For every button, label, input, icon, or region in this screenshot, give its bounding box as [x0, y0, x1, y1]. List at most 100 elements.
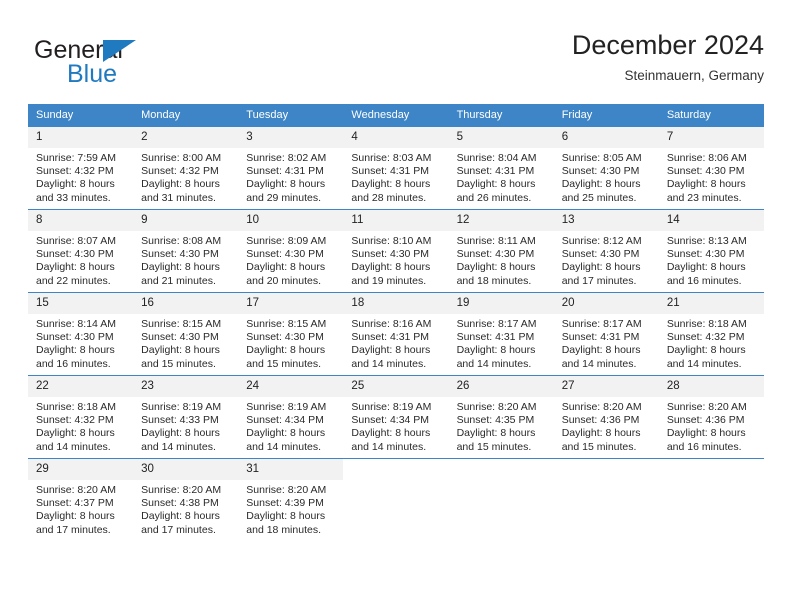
day-number: 19 — [448, 293, 554, 314]
day-number: 3 — [238, 127, 344, 148]
day-details: Sunrise: 8:15 AM Sunset: 4:30 PM Daylight:… — [238, 314, 343, 371]
general-blue-logo[interactable]: General Blue — [34, 36, 214, 92]
daylight-duration-line1: Daylight: 8 hours — [246, 178, 326, 191]
day-number: 18 — [343, 293, 449, 314]
daylight-duration-line2: and 22 minutes. — [36, 274, 111, 287]
calendar-day-cell: 23 Sunrise: 8:19 AM Sunset: 4:33 PM Dayligh… — [133, 375, 239, 459]
day-cell-content[interactable]: 27 Sunrise: 8:20 AM Sunset: 4:36 PM Dayligh… — [553, 376, 659, 458]
daylight-duration-line1: Daylight: 8 hours — [36, 178, 115, 191]
day-cell-content[interactable]: 19 Sunrise: 8:17 AM Sunset: 4:31 PM Dayligh… — [448, 293, 554, 375]
sunset-time: Sunset: 4:30 PM — [36, 248, 114, 261]
day-cell-content[interactable]: 31 Sunrise: 8:20 AM Sunset: 4:39 PM Dayligh… — [238, 459, 344, 541]
weekday-header-tuesday: Tuesday — [238, 104, 344, 127]
sunrise-time: Sunrise: 8:09 AM — [246, 235, 327, 247]
calendar-week-row: 29 Sunrise: 8:20 AM Sunset: 4:37 PM Dayligh… — [28, 458, 764, 541]
day-details: Sunrise: 8:05 AM Sunset: 4:30 PM Daylight:… — [554, 148, 659, 205]
day-details: Sunrise: 8:17 AM Sunset: 4:31 PM Daylight:… — [554, 314, 659, 371]
day-cell-content[interactable]: 11 Sunrise: 8:10 AM Sunset: 4:30 PM Dayligh… — [343, 210, 449, 292]
calendar-day-cell: 4 Sunrise: 8:03 AM Sunset: 4:31 PM Daylight… — [343, 126, 449, 210]
weekday-header-wednesday: Wednesday — [343, 104, 449, 127]
daylight-duration-line2: and 26 minutes. — [456, 191, 532, 204]
day-cell-content[interactable]: 3 Sunrise: 8:02 AM Sunset: 4:31 PM Daylight… — [238, 127, 344, 209]
day-cell-content[interactable]: 28 Sunrise: 8:20 AM Sunset: 4:36 PM Dayligh… — [658, 376, 764, 458]
calendar-day-cell: 31 Sunrise: 8:20 AM Sunset: 4:39 PM Dayligh… — [238, 458, 344, 541]
calendar-day-cell-empty — [553, 458, 659, 541]
day-number: 16 — [133, 293, 239, 314]
day-cell-content[interactable]: 25 Sunrise: 8:19 AM Sunset: 4:34 PM Dayligh… — [343, 376, 449, 458]
sunset-time: Sunset: 4:30 PM — [141, 331, 219, 344]
day-cell-content[interactable]: 2 Sunrise: 8:00 AM Sunset: 4:32 PM Daylight… — [133, 127, 239, 209]
day-number: 22 — [28, 376, 134, 397]
day-details: Sunrise: 8:03 AM Sunset: 4:31 PM Daylight:… — [343, 148, 448, 205]
daylight-duration-line1: Daylight: 8 hours — [561, 261, 641, 274]
day-cell-content[interactable]: 30 Sunrise: 8:20 AM Sunset: 4:38 PM Dayligh… — [133, 459, 239, 541]
day-cell-content[interactable]: 5 Sunrise: 8:04 AM Sunset: 4:31 PM Daylight… — [448, 127, 554, 209]
sunrise-time: Sunrise: 8:20 AM — [456, 401, 537, 413]
day-number: 14 — [658, 210, 764, 231]
day-cell-content[interactable]: 26 Sunrise: 8:20 AM Sunset: 4:35 PM Dayligh… — [448, 376, 554, 458]
calendar-week-row: 8 Sunrise: 8:07 AM Sunset: 4:30 PM Daylight… — [28, 209, 764, 293]
weekday-header-friday: Friday — [553, 104, 659, 127]
day-cell-content[interactable]: 18 Sunrise: 8:16 AM Sunset: 4:31 PM Dayligh… — [343, 293, 449, 375]
day-cell-content[interactable]: 16 Sunrise: 8:15 AM Sunset: 4:30 PM Dayligh… — [133, 293, 239, 375]
day-cell-content[interactable]: 1 Sunrise: 7:59 AM Sunset: 4:32 PM Daylight… — [28, 127, 134, 209]
triangle-logo-icon — [103, 40, 136, 62]
calendar-day-cell: 9 Sunrise: 8:08 AM Sunset: 4:30 PM Daylight… — [133, 209, 239, 293]
sunrise-time: Sunrise: 8:04 AM — [456, 152, 537, 164]
sunset-time: Sunset: 4:30 PM — [36, 331, 114, 344]
sunset-time: Sunset: 4:39 PM — [246, 497, 324, 510]
calendar-day-cell: 5 Sunrise: 8:04 AM Sunset: 4:31 PM Daylight… — [448, 126, 554, 210]
day-number: 26 — [448, 376, 554, 397]
weekday-header-monday: Monday — [133, 104, 239, 127]
day-number: 7 — [658, 127, 764, 148]
day-cell-content[interactable]: 7 Sunrise: 8:06 AM Sunset: 4:30 PM Daylight… — [658, 127, 764, 209]
day-cell-content[interactable]: 14 Sunrise: 8:13 AM Sunset: 4:30 PM Dayligh… — [658, 210, 764, 292]
daylight-duration-line2: and 29 minutes. — [246, 191, 321, 204]
daylight-duration-line1: Daylight: 8 hours — [36, 261, 115, 274]
title-block: December 2024 Steinmauern, Germany — [572, 28, 764, 86]
day-cell-content[interactable]: 4 Sunrise: 8:03 AM Sunset: 4:31 PM Daylight… — [343, 127, 449, 209]
day-cell-content[interactable]: 23 Sunrise: 8:19 AM Sunset: 4:33 PM Dayligh… — [133, 376, 239, 458]
day-cell-content[interactable]: 13 Sunrise: 8:12 AM Sunset: 4:30 PM Dayligh… — [553, 210, 659, 292]
daylight-duration-line2: and 16 minutes. — [666, 440, 742, 453]
day-cell-content[interactable]: 9 Sunrise: 8:08 AM Sunset: 4:30 PM Daylight… — [133, 210, 239, 292]
day-cell-content[interactable]: 12 Sunrise: 8:11 AM Sunset: 4:30 PM Dayligh… — [448, 210, 554, 292]
day-details: Sunrise: 8:02 AM Sunset: 4:31 PM Daylight:… — [238, 148, 343, 205]
day-cell-content[interactable]: 17 Sunrise: 8:15 AM Sunset: 4:30 PM Dayligh… — [238, 293, 344, 375]
sunrise-time: Sunrise: 8:17 AM — [456, 318, 537, 330]
day-cell-content[interactable]: 6 Sunrise: 8:05 AM Sunset: 4:30 PM Daylight… — [553, 127, 659, 209]
day-cell-content[interactable]: 15 Sunrise: 8:14 AM Sunset: 4:30 PM Dayligh… — [28, 293, 134, 375]
day-cell-content[interactable]: 20 Sunrise: 8:17 AM Sunset: 4:31 PM Dayligh… — [553, 293, 659, 375]
day-details: Sunrise: 8:07 AM Sunset: 4:30 PM Daylight:… — [28, 231, 133, 288]
sunset-time: Sunset: 4:32 PM — [36, 414, 114, 427]
sunrise-time: Sunrise: 8:15 AM — [246, 318, 327, 330]
day-number: 28 — [658, 376, 764, 397]
daylight-duration-line2: and 14 minutes. — [351, 357, 427, 370]
daylight-duration-line2: and 16 minutes. — [36, 357, 111, 370]
daylight-duration-line1: Daylight: 8 hours — [561, 344, 641, 357]
daylight-duration-line2: and 25 minutes. — [561, 191, 637, 204]
sunset-time: Sunset: 4:31 PM — [456, 165, 535, 178]
day-cell-content[interactable]: 22 Sunrise: 8:18 AM Sunset: 4:32 PM Dayligh… — [28, 376, 134, 458]
weekday-header-row: Sunday Monday Tuesday Wednesday Thursday… — [28, 104, 764, 127]
day-cell-content[interactable]: 8 Sunrise: 8:07 AM Sunset: 4:30 PM Daylight… — [28, 210, 134, 292]
day-details: Sunrise: 8:08 AM Sunset: 4:30 PM Daylight:… — [133, 231, 238, 288]
daylight-duration-line1: Daylight: 8 hours — [456, 344, 536, 357]
page-title: December 2024 — [571, 30, 764, 60]
day-cell-content[interactable]: 29 Sunrise: 8:20 AM Sunset: 4:37 PM Dayligh… — [28, 459, 134, 541]
day-details: Sunrise: 8:18 AM Sunset: 4:32 PM Daylight:… — [659, 314, 764, 371]
daylight-duration-line2: and 18 minutes. — [456, 274, 532, 287]
day-cell-content[interactable]: 10 Sunrise: 8:09 AM Sunset: 4:30 PM Dayligh… — [238, 210, 344, 292]
sunset-time: Sunset: 4:34 PM — [351, 414, 430, 427]
day-cell-content[interactable]: 21 Sunrise: 8:18 AM Sunset: 4:32 PM Dayligh… — [658, 293, 764, 375]
day-cell-content[interactable]: 24 Sunrise: 8:19 AM Sunset: 4:34 PM Dayligh… — [238, 376, 344, 458]
calendar-day-cell: 29 Sunrise: 8:20 AM Sunset: 4:37 PM Dayligh… — [28, 458, 134, 541]
weekday-header-sunday: Sunday — [28, 104, 134, 127]
calendar-day-cell: 26 Sunrise: 8:20 AM Sunset: 4:35 PM Dayligh… — [448, 375, 554, 459]
empty-day-placeholder — [659, 459, 764, 541]
weekday-header-saturday: Saturday — [658, 104, 764, 127]
daylight-duration-line1: Daylight: 8 hours — [246, 261, 326, 274]
sunrise-time: Sunrise: 8:11 AM — [456, 235, 536, 247]
sunset-time: Sunset: 4:30 PM — [666, 165, 745, 178]
day-details: Sunrise: 8:12 AM Sunset: 4:30 PM Daylight:… — [554, 231, 659, 288]
